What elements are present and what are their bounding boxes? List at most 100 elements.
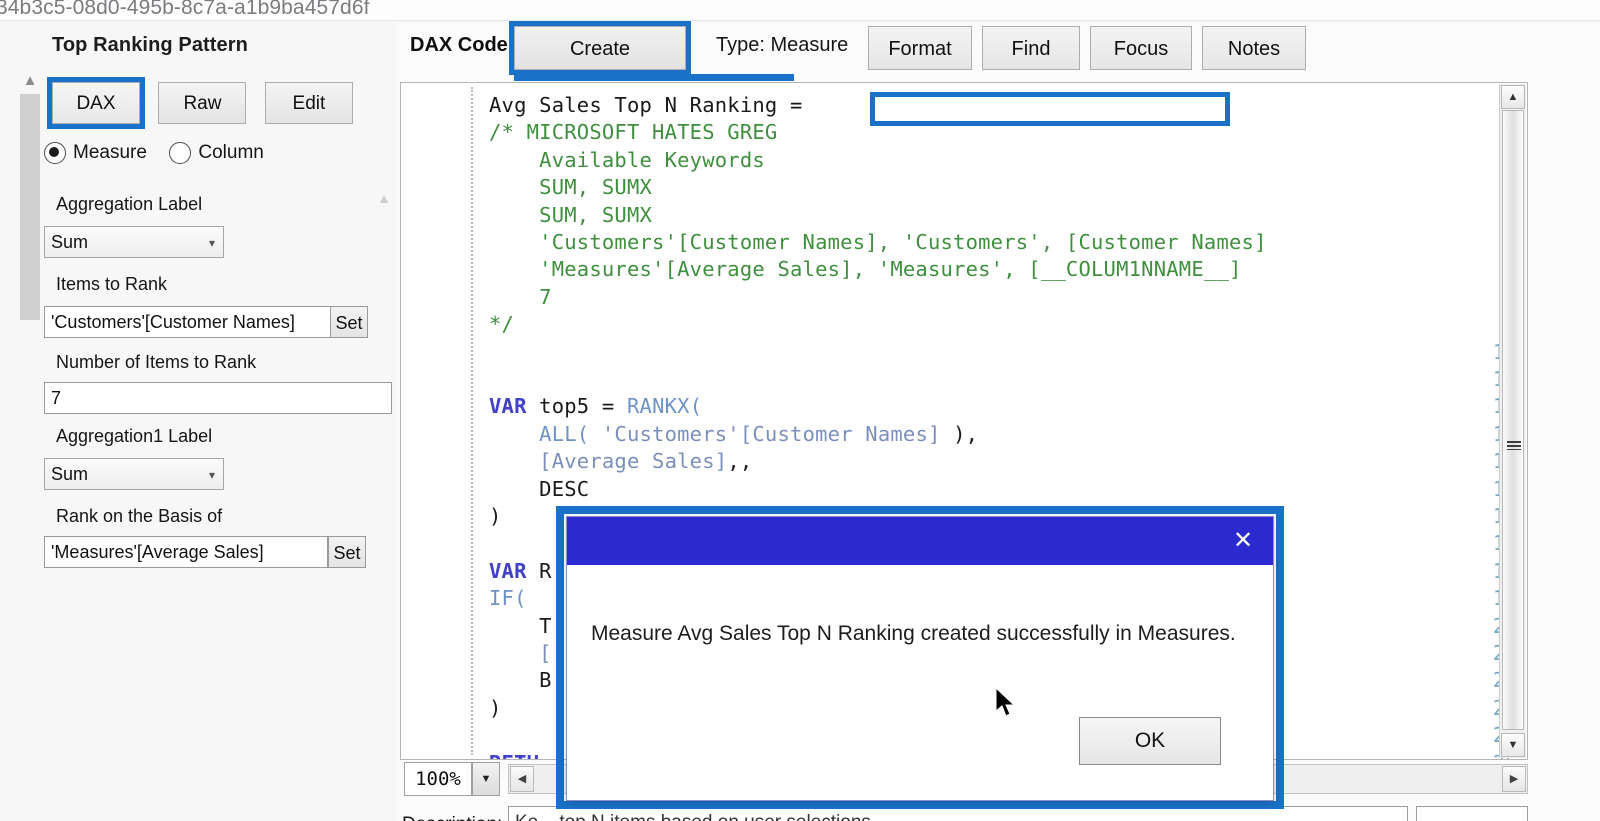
code-line[interactable]: VAR R: [489, 559, 552, 583]
code-line[interactable]: [Average Sales],,: [489, 449, 752, 473]
radio-column-label: Column: [198, 142, 264, 163]
scroll-left-icon[interactable]: ◀: [510, 766, 534, 792]
dialog-message: Measure Avg Sales Top N Ranking created …: [591, 622, 1236, 645]
chevron-up-icon[interactable]: ▲: [372, 187, 396, 209]
code-line[interactable]: [: [489, 641, 552, 665]
items-to-rank-input[interactable]: 'Customers'[Customer Names]: [44, 306, 332, 338]
code-token: */: [489, 312, 515, 337]
window-title-bar: 34b3c5-08d0-495b-8c7a-a1b9ba457d6f: [0, 0, 1600, 22]
code-line[interactable]: B: [489, 668, 552, 692]
editor-vertical-scrollbar[interactable]: ▲ ▼: [1499, 84, 1526, 758]
code-line[interactable]: IF(: [489, 586, 527, 610]
code-token: ,,: [727, 449, 753, 474]
code-token: R: [526, 558, 552, 583]
code-line[interactable]: /* MICROSOFT HATES GREG: [489, 120, 777, 144]
code-token: [Average Sales]: [539, 449, 728, 474]
app-window: 34b3c5-08d0-495b-8c7a-a1b9ba457d6f Top R…: [0, 0, 1600, 821]
dax-button[interactable]: DAX: [47, 77, 145, 129]
code-token: [: [489, 641, 552, 665]
code-token: SUM, SUMX: [489, 175, 653, 200]
code-line[interactable]: 7: [489, 285, 552, 309]
code-line[interactable]: DESC: [489, 477, 589, 501]
left-panel-scrollbar[interactable]: ▲: [18, 70, 42, 320]
items-to-rank-label: Items to Rank: [56, 274, 168, 294]
code-line[interactable]: VAR top5 = RANKX(: [489, 394, 702, 418]
rank-basis-label: Rank on the Basis of: [56, 506, 223, 526]
format-button[interactable]: Format: [868, 26, 972, 70]
code-line[interactable]: ALL( 'Customers'[Customer Names] ),: [489, 422, 978, 446]
aggregation1-label-label: Aggregation1 Label: [56, 426, 213, 446]
code-line[interactable]: ): [489, 696, 502, 720]
code-token: DESC: [489, 476, 590, 501]
code-token: RETU: [489, 751, 539, 759]
scroll-up-icon[interactable]: ▲: [18, 70, 42, 92]
code-line[interactable]: SUM, SUMX: [489, 203, 652, 227]
items-to-rank-set-button[interactable]: Set: [330, 306, 368, 338]
scroll-down-icon[interactable]: ▼: [1501, 733, 1525, 757]
description-side-box[interactable]: [1416, 806, 1528, 821]
close-icon[interactable]: ✕: [1227, 525, 1259, 555]
line-1-highlight-box: [870, 92, 1230, 126]
indent-guide: [471, 87, 473, 755]
code-line[interactable]: SUM, SUMX: [489, 175, 652, 199]
create-button[interactable]: Create: [509, 21, 691, 75]
scroll-right-icon[interactable]: ▶: [1502, 766, 1526, 792]
zoom-dropdown-button[interactable]: ▼: [472, 762, 500, 796]
notes-button[interactable]: Notes: [1202, 26, 1306, 70]
code-token: RANKX(: [626, 394, 703, 419]
code-token: T: [489, 613, 552, 638]
code-token: Available Keywords: [489, 147, 765, 172]
number-of-items-input[interactable]: 7: [44, 382, 392, 414]
chevron-down-icon: ▾: [208, 468, 215, 482]
vscroll-thumb[interactable]: [1502, 110, 1524, 730]
focus-button[interactable]: Focus: [1090, 26, 1192, 70]
type-value: Measure: [770, 34, 849, 56]
code-line[interactable]: Available Keywords: [489, 148, 765, 172]
rank-basis-set-button[interactable]: Set: [328, 536, 366, 568]
code-token: top5 =: [526, 394, 627, 419]
code-token: ),: [940, 421, 979, 446]
code-line[interactable]: 'Customers'[Customer Names], 'Customers'…: [489, 230, 1267, 254]
zoom-level-display[interactable]: 100%: [404, 762, 472, 796]
code-line[interactable]: 'Measures'[Average Sales], 'Measures', […: [489, 257, 1242, 281]
code-token: VAR: [489, 558, 527, 583]
code-line[interactable]: RETU: [489, 751, 539, 759]
code-line[interactable]: ): [489, 504, 502, 528]
description-label: Description:: [402, 814, 502, 821]
radio-dot-selected-icon: [44, 142, 66, 164]
radio-measure-label: Measure: [73, 142, 147, 163]
code-token: B: [489, 668, 552, 693]
edit-button[interactable]: Edit: [264, 82, 353, 124]
code-token: /* MICROSOFT HATES GREG: [489, 120, 778, 145]
type-label: Type:: [716, 34, 765, 56]
mode-button-group: DAX Raw Edit: [47, 77, 367, 129]
scroll-up-icon[interactable]: ▲: [1501, 85, 1525, 109]
active-tab-underline: [514, 74, 794, 81]
code-token: SUM, SUMX: [489, 202, 653, 227]
ok-button[interactable]: OK: [1079, 717, 1221, 765]
scrollbar-thumb[interactable]: [20, 94, 40, 320]
radio-column[interactable]: Column: [169, 142, 264, 164]
code-line[interactable]: */: [489, 312, 514, 336]
radio-measure[interactable]: Measure: [44, 142, 147, 164]
raw-button[interactable]: Raw: [158, 82, 247, 124]
dax-toolbar: DAX Code Create Type: Measure Format Fin…: [396, 21, 1600, 75]
radio-dot-icon: [169, 142, 192, 164]
dax-code-label: DAX Code: [410, 34, 508, 56]
code-token: 'Customers'[Customer Names], 'Customers'…: [489, 230, 1267, 254]
aggregation1-label-combo[interactable]: Sum ▾: [44, 458, 224, 490]
find-button[interactable]: Find: [982, 26, 1080, 70]
dialog-title-bar: ✕: [567, 517, 1273, 565]
code-line[interactable]: Avg Sales Top N Ranking =: [489, 93, 803, 117]
code-token: Avg Sales Top N Ranking =: [489, 93, 803, 117]
mouse-cursor-icon: [996, 688, 1016, 717]
code-token: ALL(: [539, 421, 590, 446]
aggregation-label-combo[interactable]: Sum ▾: [44, 226, 224, 258]
code-token: ): [489, 695, 502, 720]
left-pattern-panel: Top Ranking Pattern ▲ ▲ DAX Raw Edit Mea…: [0, 22, 396, 821]
rank-basis-input[interactable]: 'Measures'[Average Sales]: [44, 536, 328, 568]
code-line[interactable]: T: [489, 614, 552, 638]
